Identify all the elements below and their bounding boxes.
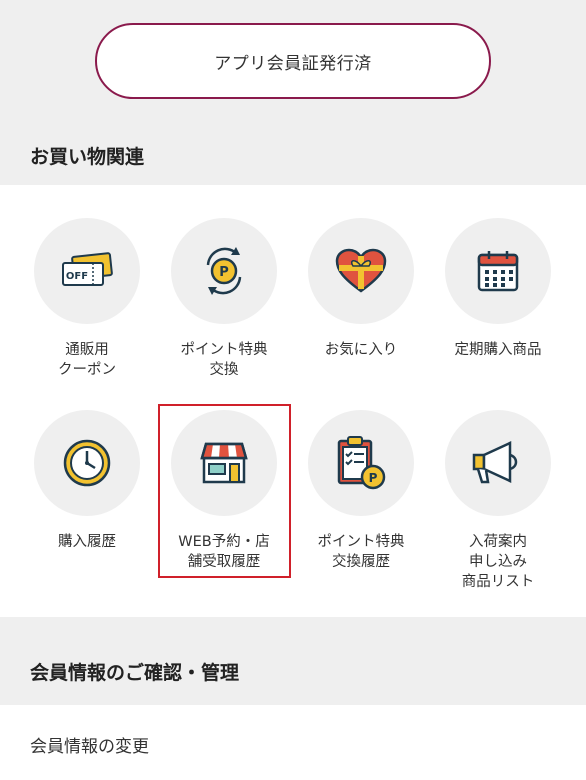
app-membership-card-button[interactable]: アプリ会員証発行済 xyxy=(95,23,491,99)
clock-icon xyxy=(63,439,111,487)
tile-label: 通販用 クーポン xyxy=(58,342,116,378)
subscription-circle xyxy=(445,218,551,324)
member-info-change-label: 会員情報の変更 xyxy=(30,737,149,757)
selection-highlight xyxy=(158,404,291,578)
tile-label: 購入履歴 xyxy=(58,534,116,550)
tile-label: 定期購入商品 xyxy=(454,342,542,358)
tile-label: ポイント特典 交換 xyxy=(180,342,268,378)
member-info-change-row[interactable]: 会員情報の変更 xyxy=(0,705,586,780)
clipboard-point-icon: P xyxy=(337,436,386,490)
coupon-circle: OFF xyxy=(34,218,140,324)
tile-favorites[interactable]: お気に入り xyxy=(293,218,429,360)
shopping-section-title: お買い物関連 xyxy=(30,146,145,168)
calendar-icon xyxy=(477,251,519,292)
point-exchange-icon: P xyxy=(206,247,242,295)
coupon-off-text: OFF xyxy=(66,271,88,282)
tile-point-exchange-history[interactable]: P ポイント特典 交換履歴 xyxy=(293,410,429,572)
heart-gift-icon xyxy=(335,248,387,293)
point-exchange-circle: P xyxy=(171,218,277,324)
megaphone-icon xyxy=(472,441,518,484)
point-p-text: P xyxy=(219,265,229,280)
coupon-ticket-icon: OFF xyxy=(62,252,113,286)
tile-point-exchange[interactable]: P ポイント特典 交換 xyxy=(156,218,292,380)
favorites-circle xyxy=(308,218,414,324)
tile-label: 入荷案内 申し込み 商品リスト xyxy=(461,534,535,590)
tile-label: お気に入り xyxy=(324,342,398,358)
tile-purchase-history[interactable]: 購入履歴 xyxy=(19,410,155,552)
clipboard-circle: P xyxy=(308,410,414,516)
app-membership-card-label: アプリ会員証発行済 xyxy=(214,53,372,74)
tile-restock-notice[interactable]: 入荷案内 申し込み 商品リスト xyxy=(430,410,566,592)
tile-label: ポイント特典 交換履歴 xyxy=(317,534,405,570)
tile-web-coupon[interactable]: OFF 通販用 クーポン xyxy=(19,218,155,380)
member-section-title: 会員情報のご確認・管理 xyxy=(30,662,240,684)
tile-subscription[interactable]: 定期購入商品 xyxy=(430,218,566,360)
point-p-text: P xyxy=(369,471,378,485)
megaphone-circle xyxy=(445,410,551,516)
purchase-history-circle xyxy=(34,410,140,516)
